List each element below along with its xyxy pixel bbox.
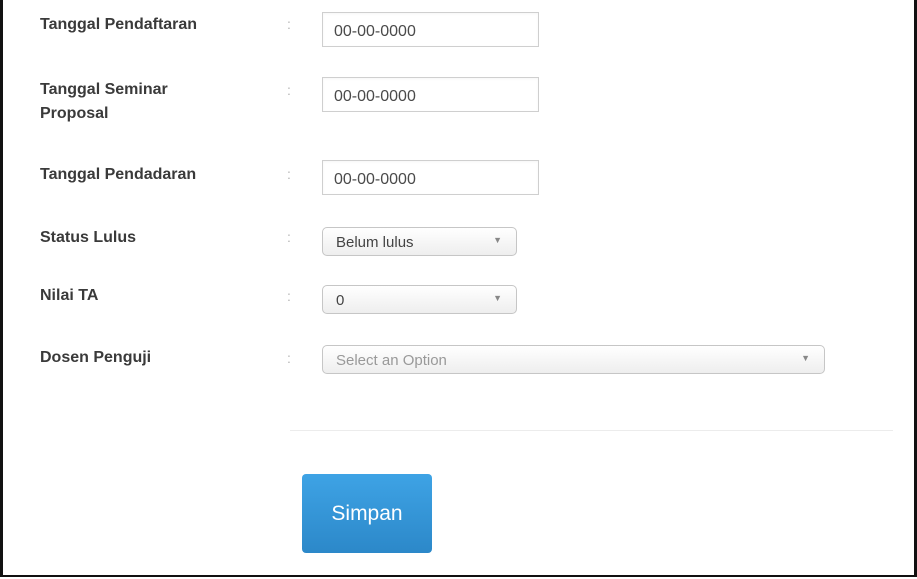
colon-separator: : [287,16,291,32]
tanggal-seminar-proposal-input[interactable] [322,77,539,112]
tanggal-pendaftaran-input[interactable] [322,12,539,47]
label-tanggal-pendaftaran: Tanggal Pendaftaran [40,16,198,33]
colon-separator: : [287,350,291,366]
label-nilai-ta: Nilai TA [40,287,99,304]
colon-separator: : [287,166,291,182]
chevron-down-icon: ▼ [493,235,502,245]
chevron-down-icon: ▼ [493,293,502,303]
nilai-ta-select[interactable]: 0 ▼ [322,285,517,314]
colon-separator: : [287,82,291,98]
chevron-down-icon: ▼ [801,353,810,363]
label-tanggal-pendadaran: Tanggal Pendadaran [40,166,197,183]
label-status-lulus: Status Lulus [40,229,137,246]
form-divider [290,430,893,431]
label-dosen-penguji: Dosen Penguji [40,349,152,366]
simpan-button[interactable]: Simpan [302,474,432,553]
dosen-penguji-select[interactable]: Select an Option ▼ [322,345,825,374]
status-lulus-select[interactable]: Belum lulus ▼ [322,227,517,256]
colon-separator: : [287,288,291,304]
tanggal-pendadaran-input[interactable] [322,160,539,195]
nilai-ta-value: 0 [336,292,345,309]
status-lulus-value: Belum lulus [336,234,414,251]
dosen-penguji-placeholder: Select an Option [336,352,447,369]
form-panel: Tanggal Pendaftaran : Tanggal Seminar Pr… [0,0,917,577]
label-tanggal-seminar-proposal: Tanggal Seminar Proposal [40,81,168,122]
colon-separator: : [287,229,291,245]
